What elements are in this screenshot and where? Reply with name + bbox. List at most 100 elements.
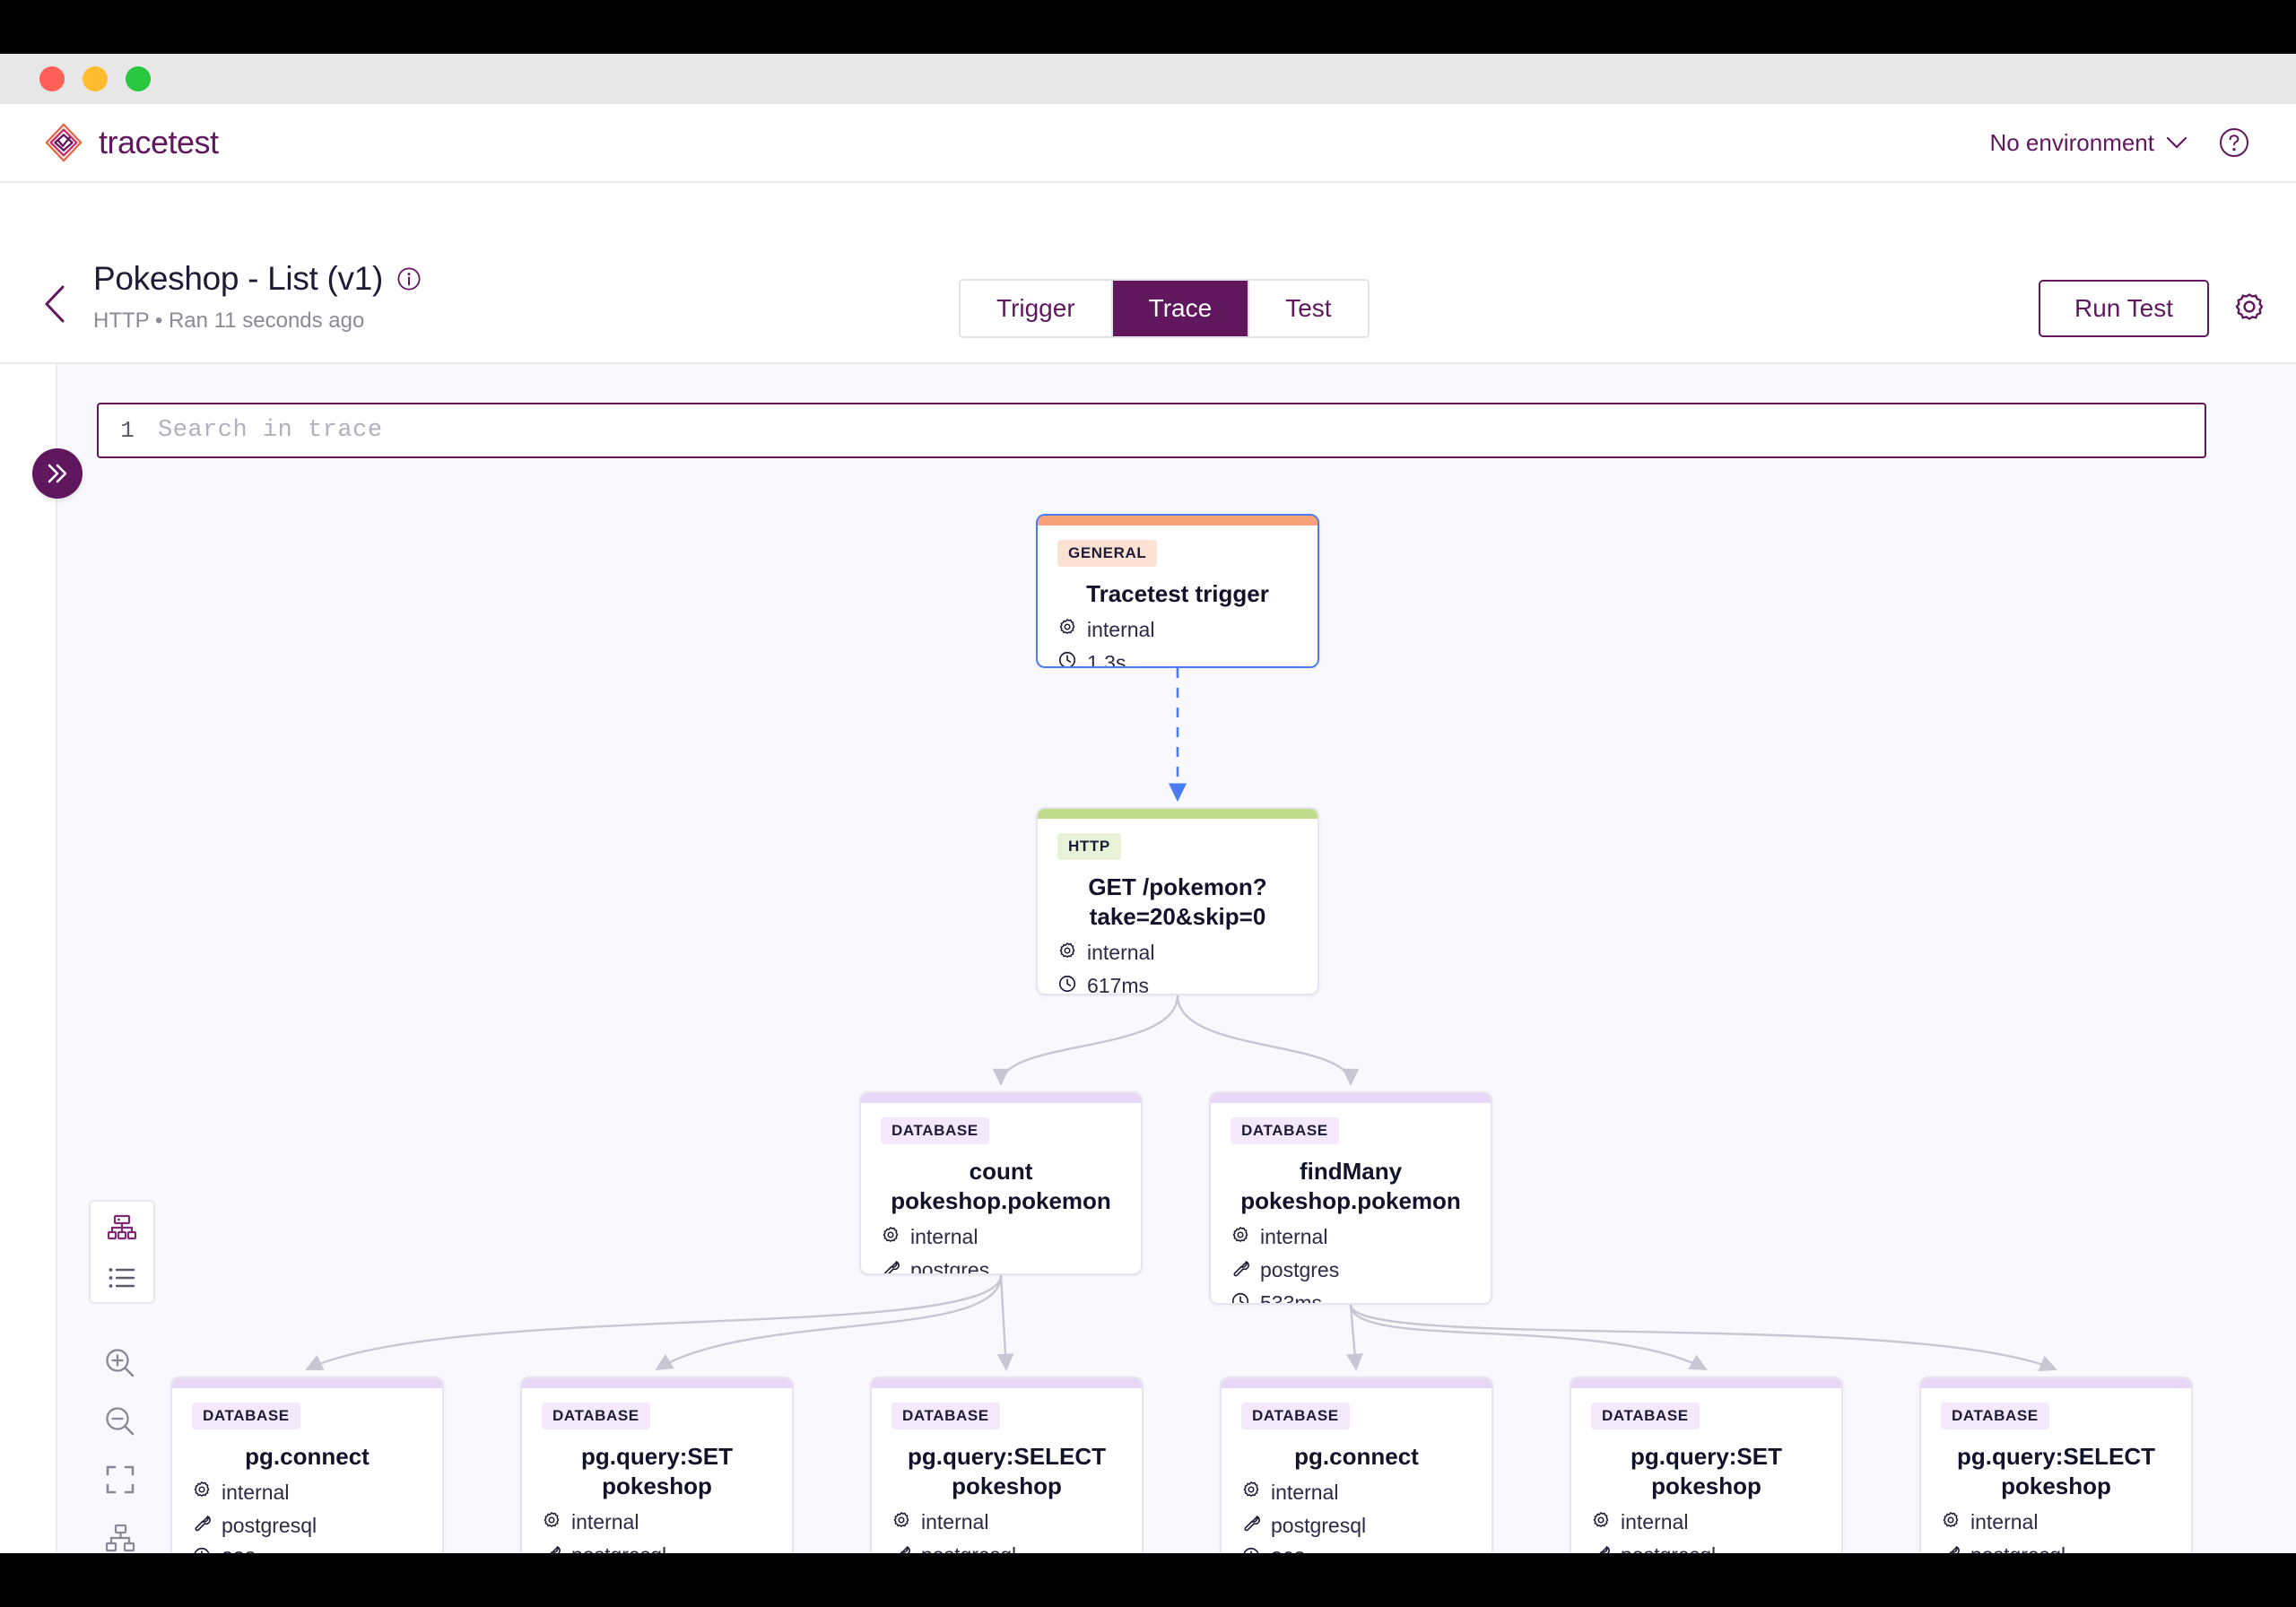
node-meta-service: internal — [1057, 941, 1298, 966]
help-icon[interactable] — [2219, 127, 2249, 158]
node-type-stripe — [1211, 1093, 1491, 1103]
trace-tabs: Trigger Trace Test — [959, 279, 1370, 338]
environment-label: No environment — [1989, 128, 2154, 156]
node-meta-service: internal — [542, 1510, 772, 1535]
node-meta-system-label: postgresql — [571, 1543, 666, 1553]
tab-test[interactable]: Test — [1249, 281, 1368, 336]
node-type-stripe — [172, 1378, 442, 1388]
node-body: DATABASE count pokeshop.pokemon internal po… — [861, 1103, 1141, 1273]
trace-canvas[interactable]: GENERAL Tracetest trigger internal 1.3s HTTP… — [0, 364, 2296, 1553]
trace-graph: GENERAL Tracetest trigger internal 1.3s HTTP… — [0, 364, 2296, 1553]
node-meta-system: postgresql — [1941, 1543, 2171, 1553]
gear-icon — [891, 1510, 911, 1535]
span-node-count[interactable]: DATABASE count pokeshop.pokemon internal po… — [859, 1091, 1143, 1275]
node-meta-duration: 338ms — [192, 1546, 422, 1553]
gear-icon — [1231, 1225, 1250, 1250]
node-type-stripe — [861, 1093, 1141, 1103]
node-meta-duration: 617ms — [1057, 974, 1298, 994]
wrench-icon — [1591, 1543, 1611, 1553]
wrench-icon — [1231, 1258, 1250, 1283]
node-type-badge: HTTP — [1057, 833, 1121, 860]
window-maximize-button[interactable] — [126, 66, 151, 91]
node-type-badge: DATABASE — [192, 1403, 300, 1429]
brand-name: tracetest — [99, 124, 219, 161]
node-meta-system: postgres — [881, 1258, 1121, 1273]
node-type-badge: DATABASE — [1231, 1117, 1339, 1144]
search-input[interactable] — [156, 404, 2205, 457]
tree-layout-button[interactable] — [93, 1511, 147, 1553]
info-circle-icon[interactable] — [397, 267, 421, 291]
span-node-findmany[interactable]: DATABASE findMany pokeshop.pokemon interna… — [1209, 1091, 1492, 1305]
node-meta-service: internal — [1591, 1510, 1822, 1535]
gear-icon — [1941, 1510, 1961, 1535]
node-meta-system-label: postgresql — [1271, 1513, 1367, 1537]
span-node-pgselect1[interactable]: DATABASE pg.query:SELECT pokeshop internal… — [870, 1377, 1144, 1553]
node-title: pg.query:SET pokeshop — [1630, 1443, 1782, 1500]
node-meta-service-label: internal — [1271, 1480, 1339, 1504]
settings-gear-icon[interactable] — [2231, 289, 2268, 326]
span-node-pgconnect1[interactable]: DATABASE pg.connect internal postgresql 338m… — [170, 1377, 444, 1553]
brand-logo[interactable]: tracetest — [43, 122, 219, 163]
app-window: tracetest No environment Pokeshop - List… — [0, 54, 2296, 1553]
clock-icon — [1241, 1546, 1261, 1553]
node-type-stripe — [1038, 809, 1318, 819]
node-meta-system-label: postgresql — [921, 1543, 1016, 1553]
graph-view-icon[interactable] — [107, 1214, 137, 1241]
expand-panel-button[interactable] — [32, 448, 83, 499]
node-meta-service-label: internal — [222, 1480, 290, 1504]
tree-layout-icon — [105, 1524, 135, 1552]
run-test-button[interactable]: Run Test — [2039, 280, 2209, 337]
view-mode-toggle — [89, 1200, 155, 1304]
test-subtitle: HTTP • Ran 11 seconds ago — [93, 308, 365, 333]
node-meta-duration: 533ms — [1231, 1291, 1471, 1305]
fit-screen-button[interactable] — [93, 1453, 147, 1507]
node-body: DATABASE pg.connect internal postgresql 363m… — [1222, 1388, 1492, 1553]
chevron-down-icon — [2167, 136, 2187, 149]
node-meta-duration-label: 363ms — [1271, 1547, 1333, 1553]
span-node-trigger[interactable]: GENERAL Tracetest trigger internal 1.3s — [1036, 514, 1319, 668]
span-node-pgselect2[interactable]: DATABASE pg.query:SELECT pokeshop internal… — [1919, 1377, 2193, 1553]
list-view-icon[interactable] — [107, 1266, 137, 1290]
tab-trace[interactable]: Trace — [1112, 281, 1250, 336]
clock-icon — [1057, 650, 1077, 666]
page-title: Pokeshop - List (v1) — [93, 260, 421, 298]
wrench-icon — [881, 1258, 900, 1273]
node-meta-system: postgresql — [192, 1513, 422, 1538]
zoom-in-icon — [106, 1349, 135, 1377]
node-title: pg.query:SET pokeshop — [580, 1443, 733, 1500]
environment-selector[interactable]: No environment — [1989, 129, 2187, 157]
node-meta-service-label: internal — [571, 1510, 639, 1534]
gear-icon — [1057, 617, 1077, 642]
span-node-pgset1[interactable]: DATABASE pg.query:SET pokeshop internal pos… — [520, 1377, 794, 1553]
span-node-pgset2[interactable]: DATABASE pg.query:SET pokeshop internal pos… — [1570, 1377, 1843, 1553]
node-body: DATABASE pg.query:SET pokeshop internal pos… — [1571, 1388, 1841, 1553]
span-node-http[interactable]: HTTP GET /pokemon?take=20&skip=0 internal 6… — [1036, 807, 1319, 995]
node-type-badge: DATABASE — [542, 1403, 650, 1429]
span-node-pgconnect2[interactable]: DATABASE pg.connect internal postgresql 363m… — [1220, 1377, 1493, 1553]
node-body: GENERAL Tracetest trigger internal 1.3s — [1038, 526, 1318, 666]
node-meta-service-label: internal — [1260, 1225, 1328, 1249]
node-meta-service: internal — [1057, 617, 1298, 642]
window-titlebar — [0, 54, 2296, 104]
node-body: DATABASE pg.query:SELECT pokeshop internal… — [1921, 1388, 2191, 1553]
node-meta-service-label: internal — [1621, 1510, 1689, 1534]
back-button[interactable] — [43, 285, 66, 323]
node-type-badge: DATABASE — [891, 1403, 1000, 1429]
node-meta-system-label: postgresql — [1970, 1543, 2066, 1553]
node-body: DATABASE pg.query:SELECT pokeshop internal… — [872, 1388, 1142, 1553]
wrench-icon — [1941, 1543, 1961, 1553]
node-meta-service-label: internal — [910, 1225, 978, 1249]
zoom-in-button[interactable] — [93, 1336, 147, 1390]
tab-trigger[interactable]: Trigger — [961, 281, 1113, 336]
zoom-out-button[interactable] — [93, 1394, 147, 1448]
gear-icon — [1241, 1480, 1261, 1505]
node-type-stripe — [1921, 1378, 2191, 1388]
gear-icon — [1591, 1510, 1611, 1535]
node-type-badge: DATABASE — [1591, 1403, 1700, 1429]
window-close-button[interactable] — [39, 66, 65, 91]
node-meta-system: postgresql — [1591, 1543, 1822, 1553]
window-minimize-button[interactable] — [83, 66, 108, 91]
node-meta-duration-label: 533ms — [1260, 1291, 1323, 1305]
node-body: HTTP GET /pokemon?take=20&skip=0 internal 6… — [1038, 819, 1318, 994]
search-in-trace[interactable]: 1 — [97, 403, 2206, 458]
